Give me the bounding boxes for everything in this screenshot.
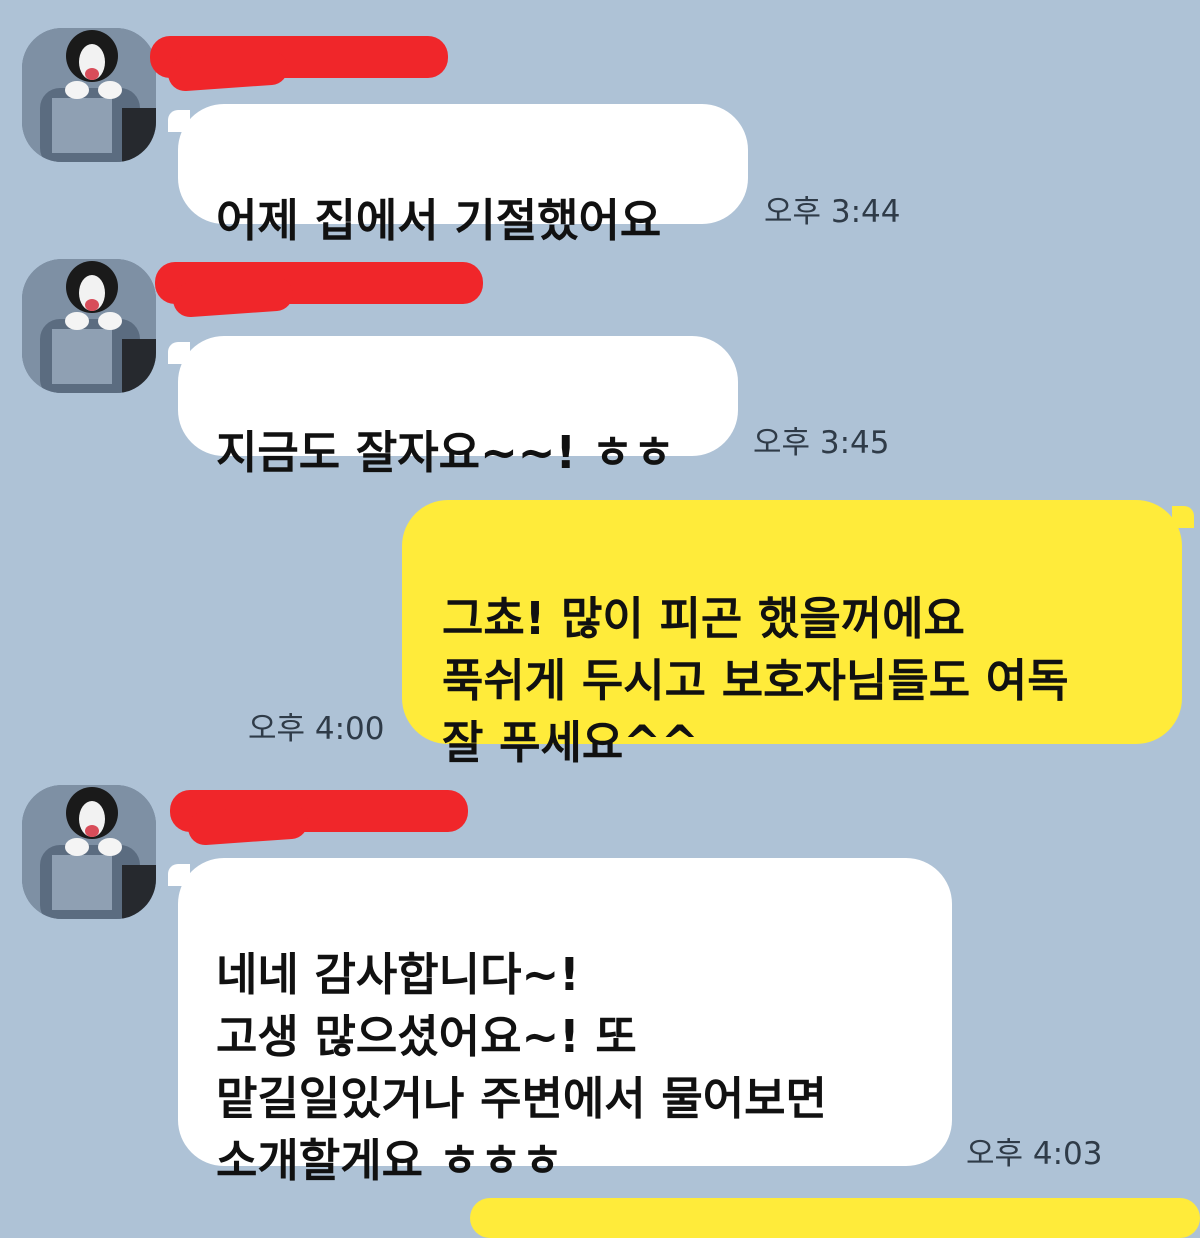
sender-avatar[interactable] (22, 785, 156, 919)
dog-avatar-icon (22, 785, 156, 919)
message-timestamp: 오후 4:00 (248, 711, 385, 747)
message-text: 지금도 잘자요~~! ㅎㅎ (216, 426, 675, 479)
message-text: 어제 집에서 기절했어요 (216, 194, 662, 247)
sender-name-redaction (150, 36, 448, 78)
incoming-message-bubble[interactable]: 네네 감사합니다~! 고생 많으셨어요~! 또 맡길일있거나 주변에서 물어보면… (178, 858, 952, 1187)
outgoing-message-bubble-partial[interactable] (470, 1198, 1200, 1238)
chat-room: 어제 집에서 기절했어요 오후 3:44 지금도 잘자요~~! ㅎㅎ 오후 3:… (0, 0, 1200, 1238)
message-timestamp: 오후 4:03 (966, 1136, 1103, 1172)
message-timestamp: 오후 3:45 (753, 425, 890, 461)
incoming-message-bubble[interactable]: 어제 집에서 기절했어요 (178, 104, 748, 247)
message-text: 그쵸! 많이 피곤 했을꺼에요 푹쉬게 두시고 보호자님들도 여독 잘 푸세요^… (442, 592, 1069, 769)
message-text: 네네 감사합니다~! 고생 많으셨어요~! 또 맡길일있거나 주변에서 물어보면… (216, 948, 827, 1187)
sender-avatar[interactable] (22, 259, 156, 393)
outgoing-message-bubble[interactable]: 그쵸! 많이 피곤 했을꺼에요 푹쉬게 두시고 보호자님들도 여독 잘 푸세요^… (402, 500, 1182, 769)
sender-name-redaction (155, 262, 483, 304)
incoming-message-bubble[interactable]: 지금도 잘자요~~! ㅎㅎ (178, 336, 738, 479)
sender-avatar[interactable] (22, 28, 156, 162)
message-timestamp: 오후 3:44 (764, 194, 901, 230)
dog-avatar-icon (22, 259, 156, 393)
sender-name-redaction (170, 790, 468, 832)
dog-avatar-icon (22, 28, 156, 162)
